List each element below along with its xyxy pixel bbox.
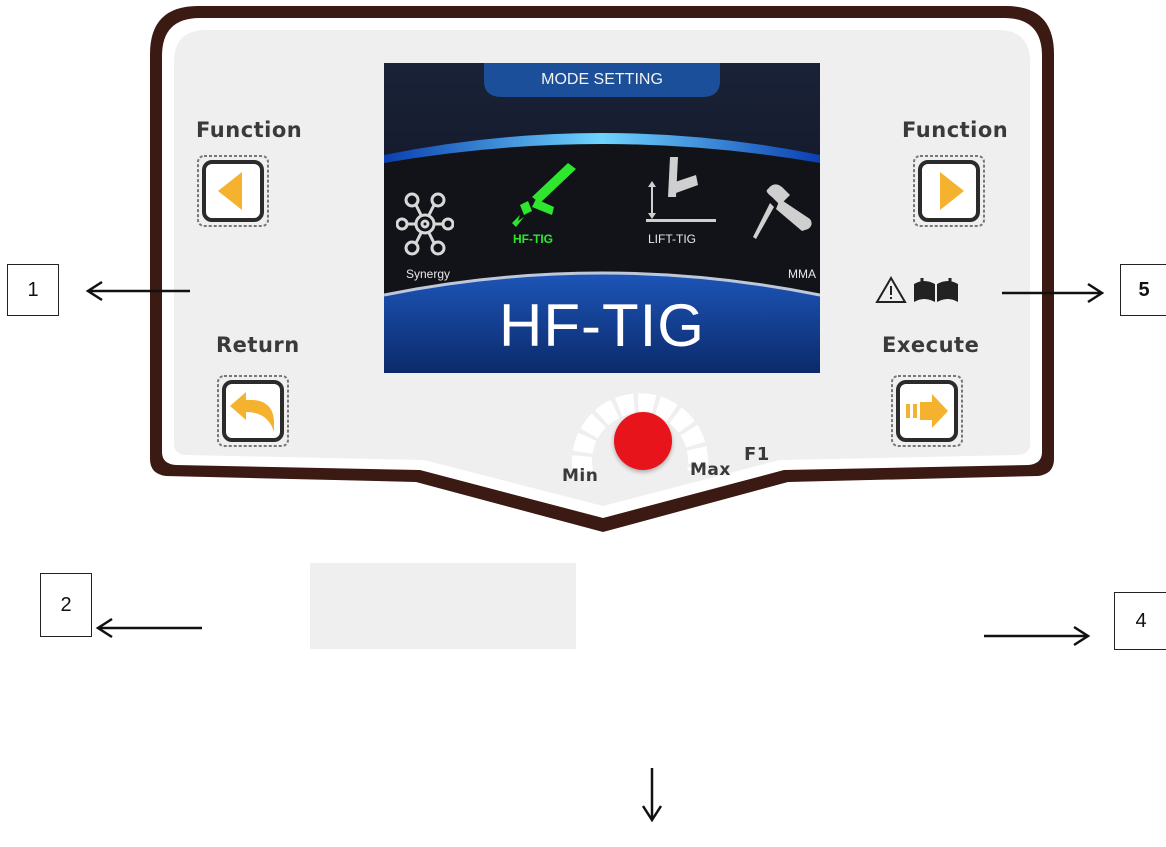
synergy-gear-icon[interactable] (396, 191, 454, 257)
mode-label-lift-tig: LIFT-TIG (648, 232, 696, 246)
mode-label-synergy: Synergy (405, 267, 451, 281)
selected-mode-display: HF-TIG (499, 292, 705, 359)
callout-4: 4 (1114, 592, 1166, 650)
arrow-to-callout-1 (85, 280, 190, 302)
warning-triangle-icon (875, 276, 907, 303)
callout-1: 1 (7, 264, 59, 316)
display-screen: MODE SETTING Synergy HF-TIG LIFT-TIG MMA… (384, 63, 820, 373)
right-function-label: Function (902, 118, 1009, 142)
callout-2: 2 (40, 573, 92, 637)
return-button[interactable] (216, 374, 290, 448)
f1-label: F1 (744, 444, 770, 465)
knob-max-label: Max (690, 460, 731, 480)
callout-5: 5 (1120, 264, 1166, 316)
lift-tig-torch-icon[interactable] (636, 153, 716, 225)
arrow-to-callout-2 (95, 617, 202, 639)
arrow-to-callout-4 (984, 625, 1091, 647)
execute-button[interactable] (890, 374, 964, 448)
arrow-to-callout-5 (1002, 282, 1105, 304)
open-book-icon (914, 278, 958, 302)
right-function-button[interactable] (912, 154, 986, 228)
hf-tig-torch-icon[interactable] (506, 159, 580, 229)
mode-label-hf-tig: HF-TIG (513, 232, 553, 246)
knob-min-label: Min (562, 466, 599, 486)
left-function-button[interactable] (196, 154, 270, 228)
placeholder-box (310, 563, 576, 649)
left-function-label: Function (196, 118, 303, 142)
execute-label: Execute (882, 333, 980, 357)
arrow-down (641, 768, 663, 822)
return-label: Return (216, 333, 300, 357)
mode-label-mma: MMA (788, 267, 816, 281)
mma-electrode-icon[interactable] (750, 179, 816, 245)
control-knob[interactable] (614, 412, 672, 470)
screen-header: MODE SETTING (541, 71, 663, 88)
